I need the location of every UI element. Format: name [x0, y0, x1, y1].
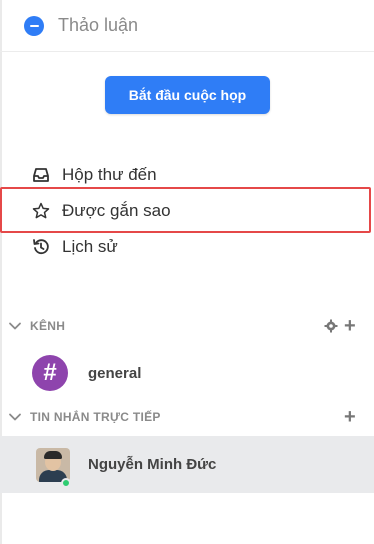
online-status-icon — [61, 478, 71, 488]
channels-actions: + — [324, 316, 356, 336]
chevron-down-icon[interactable] — [8, 319, 22, 333]
add-channel-icon[interactable]: + — [344, 316, 356, 336]
discussion-sidebar: Thảo luận Bắt đầu cuộc họp Hộp thư đến Đ… — [0, 0, 374, 544]
channels-section-title: KÊNH — [30, 319, 66, 333]
channels-section-header[interactable]: KÊNH + — [0, 314, 374, 338]
direct-messages-actions: + — [344, 407, 356, 427]
dm-name: Nguyễn Minh Đức — [88, 456, 217, 473]
dm-item[interactable]: Nguyễn Minh Đức — [0, 436, 374, 493]
direct-messages-section-title: TIN NHẮN TRỰC TIẾP — [30, 410, 161, 424]
nav-item-inbox[interactable]: Hộp thư đến — [0, 157, 374, 193]
direct-messages-section-header[interactable]: TIN NHẮN TRỰC TIẾP + — [0, 405, 374, 429]
channel-name: general — [88, 364, 142, 382]
start-meeting-button[interactable]: Bắt đầu cuộc họp — [105, 76, 270, 114]
nav-item-label: Hộp thư đến — [62, 165, 157, 184]
sidebar-header: Thảo luận — [0, 0, 374, 52]
gear-icon[interactable] — [324, 319, 338, 333]
avatar — [36, 447, 70, 482]
nav-item-history[interactable]: Lịch sử — [0, 229, 374, 265]
channel-item-general[interactable]: # general — [0, 350, 374, 396]
inbox-icon — [32, 166, 50, 184]
chat-bubble-icon — [24, 15, 44, 36]
nav-item-label: Lịch sử — [62, 237, 118, 256]
add-direct-message-icon[interactable]: + — [344, 407, 356, 427]
history-icon — [32, 238, 50, 256]
nav-item-label: Được gắn sao — [62, 201, 171, 220]
page-title: Thảo luận — [58, 15, 139, 35]
channel-avatar: # — [32, 355, 68, 391]
chevron-down-icon[interactable] — [8, 410, 22, 424]
star-icon — [32, 202, 50, 220]
nav-item-starred[interactable]: Được gắn sao — [0, 193, 374, 229]
